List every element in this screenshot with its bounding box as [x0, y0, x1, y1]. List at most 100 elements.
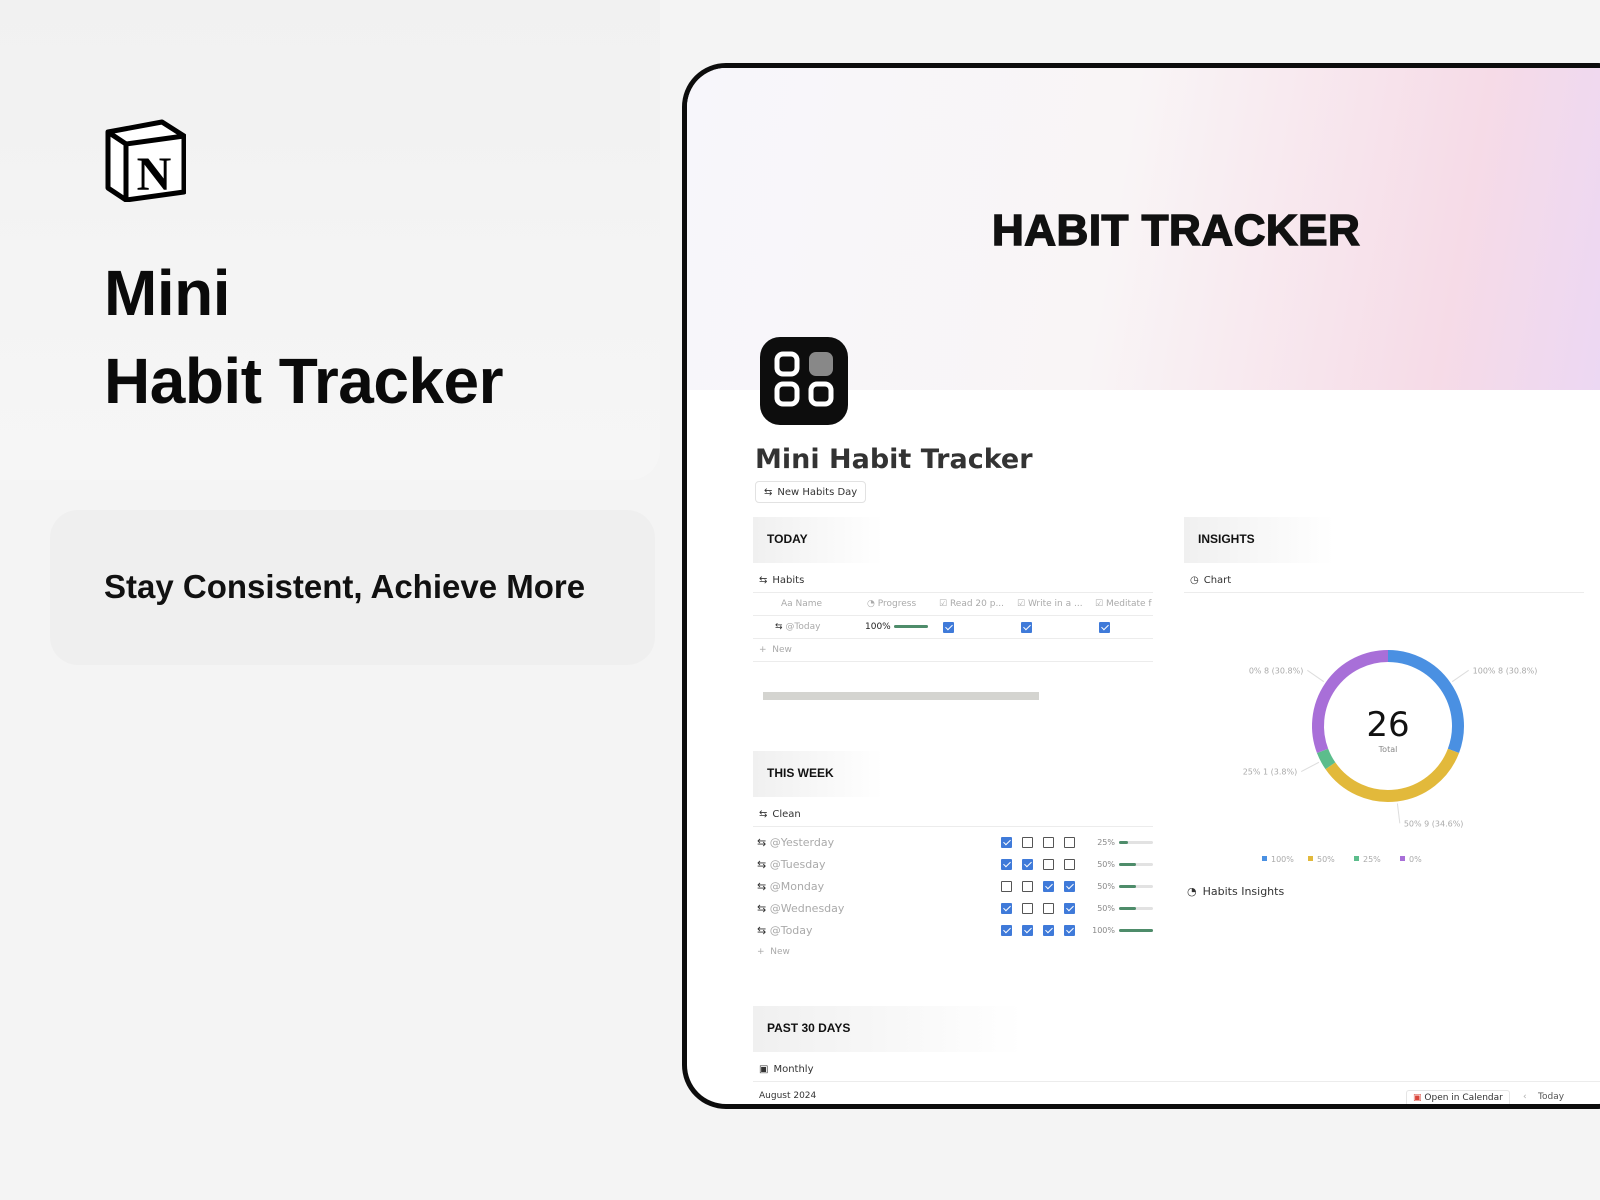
habit-checkbox[interactable] — [1022, 881, 1033, 892]
column-progress[interactable]: ◔ Progress — [861, 599, 933, 609]
monthly-view-tab[interactable]: ▣ Monthly — [759, 1064, 1600, 1075]
week-heading: THIS WEEK — [753, 751, 883, 797]
habit-checkbox[interactable] — [1022, 925, 1033, 936]
checkbox-read[interactable] — [943, 622, 954, 633]
promo-title-line2: Habit Tracker — [104, 345, 504, 417]
label-leader — [1396, 803, 1401, 824]
table-header: Aa Name ◔ Progress ☑ Read 20 p... ☑ Writ… — [753, 593, 1153, 615]
slice-label: 0% 8 (30.8%) — [1249, 666, 1304, 675]
cover-title: HABIT TRACKER — [991, 205, 1361, 256]
view-label: Chart — [1203, 575, 1232, 586]
row-name[interactable]: @Today — [770, 924, 813, 937]
progress-text: 100% — [1092, 925, 1115, 935]
habit-checkbox[interactable] — [1043, 859, 1054, 870]
row-name[interactable]: @Wednesday — [770, 902, 845, 915]
legend-swatch — [1308, 856, 1313, 861]
progress-text: 100% — [865, 622, 891, 632]
column-meditate[interactable]: ☑ Meditate f — [1089, 599, 1153, 609]
notion-logo-icon: N — [105, 119, 186, 202]
week-section: THIS WEEK ⇆ Clean ⇆ @Yesterday 25% ⇆ @Tuesd… — [753, 751, 1153, 963]
progress-text: 50% — [1097, 881, 1115, 891]
clean-view-tab[interactable]: ⇆ Clean — [759, 809, 1147, 820]
habits-insights-link[interactable]: ◔ Habits Insights — [1187, 885, 1284, 898]
progress-text: 25% — [1097, 837, 1115, 847]
column-name[interactable]: Aa Name — [753, 599, 861, 609]
today-heading: TODAY — [753, 517, 883, 563]
habit-checkbox[interactable] — [1022, 837, 1033, 848]
row-name[interactable]: @Today — [785, 622, 820, 632]
habit-checkbox[interactable] — [1043, 925, 1054, 936]
table-row[interactable]: ⇆ @Today 100% — [753, 616, 1153, 638]
row-name[interactable]: @Tuesday — [770, 858, 826, 871]
calendar-icon: ▣ — [1413, 1093, 1422, 1103]
pie-chart-icon: ◔ — [1187, 885, 1197, 898]
progress-bar — [1119, 928, 1153, 932]
progress-text: 50% — [1097, 903, 1115, 913]
habit-checkbox[interactable] — [1022, 859, 1033, 870]
habits-view-tab[interactable]: ⇆ Habits — [759, 575, 1147, 586]
slice-label: 50% 9 (34.6%) — [1404, 819, 1464, 828]
donut-total-label: Total — [1378, 745, 1398, 754]
add-new-row[interactable]: + New — [753, 941, 1153, 963]
week-row[interactable]: ⇆ @Today 100% — [753, 919, 1153, 941]
chart-view-tab[interactable]: ◷ Chart — [1190, 575, 1578, 586]
view-label: Monthly — [773, 1064, 814, 1075]
legend-swatch — [1354, 856, 1359, 861]
week-row[interactable]: ⇆ @Wednesday 50% — [753, 897, 1153, 919]
repeat-icon: ⇆ — [764, 486, 773, 498]
donut-slice-50%[interactable] — [1325, 748, 1460, 802]
horizontal-scrollbar[interactable] — [763, 692, 1039, 700]
legend-label: 25% — [1363, 855, 1381, 864]
grid-apps-icon — [760, 337, 848, 425]
today-button[interactable]: Today — [1538, 1092, 1564, 1102]
past-heading: PAST 30 DAYS — [753, 1006, 1023, 1052]
habit-checkbox[interactable] — [1001, 837, 1012, 848]
repeat-icon: ⇆ — [759, 809, 768, 820]
habit-checkbox[interactable] — [1022, 903, 1033, 914]
today-section: TODAY ⇆ Habits Aa Name ◔ Progress ☑ Read … — [753, 517, 1153, 700]
habit-checkbox[interactable] — [1064, 881, 1075, 892]
habit-checkbox[interactable] — [1001, 859, 1012, 870]
habit-checkbox[interactable] — [1064, 837, 1075, 848]
open-in-calendar-button[interactable]: ▣ Open in Calendar — [1406, 1090, 1510, 1104]
button-label: New Habits Day — [777, 486, 858, 498]
habit-checkbox[interactable] — [1064, 925, 1075, 936]
legend-label: 50% — [1317, 855, 1335, 864]
column-read[interactable]: ☑ Read 20 p... — [933, 599, 1011, 609]
repeat-icon: ⇆ — [759, 575, 768, 586]
donut-slice-25%[interactable] — [1316, 748, 1336, 770]
calendar-icon: ▣ — [759, 1064, 769, 1075]
week-row[interactable]: ⇆ @Monday 50% — [753, 875, 1153, 897]
repeat-icon: ⇆ — [775, 622, 786, 632]
donut-chart: 100% 8 (30.8%) 100% 50% 9 (34.6%) 50% 25% 1 … — [1243, 650, 1537, 864]
habit-checkbox[interactable] — [1043, 837, 1054, 848]
habit-checkbox[interactable] — [1064, 859, 1075, 870]
progress-bar — [1119, 906, 1153, 910]
habit-checkbox[interactable] — [1001, 903, 1012, 914]
new-habits-day-button[interactable]: ⇆ New Habits Day — [755, 481, 867, 503]
column-write[interactable]: ☑ Write in a ... — [1011, 599, 1089, 609]
row-name[interactable]: @Monday — [770, 880, 824, 893]
checkbox-write[interactable] — [1021, 622, 1032, 633]
repeat-icon: ⇆ — [757, 835, 770, 849]
device-frame: HABIT TRACKER Mini Habit Tracker ⇆ New Ha… — [682, 63, 1600, 1109]
clock-chart-icon: ◷ — [1190, 575, 1199, 586]
habit-checkbox[interactable] — [1043, 881, 1054, 892]
habit-checkbox[interactable] — [1001, 881, 1012, 892]
week-row[interactable]: ⇆ @Tuesday 50% — [753, 853, 1153, 875]
habit-checkbox[interactable] — [1064, 903, 1075, 914]
week-row[interactable]: ⇆ @Yesterday 25% — [753, 831, 1153, 853]
checkbox-meditate[interactable] — [1099, 622, 1110, 633]
view-label: Clean — [772, 809, 801, 820]
progress-text: 50% — [1097, 859, 1115, 869]
habit-checkbox[interactable] — [1043, 903, 1054, 914]
add-new-row[interactable]: + New — [753, 639, 1153, 661]
progress-bar — [1119, 862, 1153, 866]
legend-label: 100% — [1271, 855, 1294, 864]
repeat-icon: ⇆ — [757, 879, 770, 893]
repeat-icon: ⇆ — [757, 923, 770, 937]
prev-month-button[interactable]: ‹ — [1523, 1092, 1527, 1102]
label-leader — [1307, 669, 1325, 683]
row-name[interactable]: @Yesterday — [770, 836, 834, 849]
habit-checkbox[interactable] — [1001, 925, 1012, 936]
